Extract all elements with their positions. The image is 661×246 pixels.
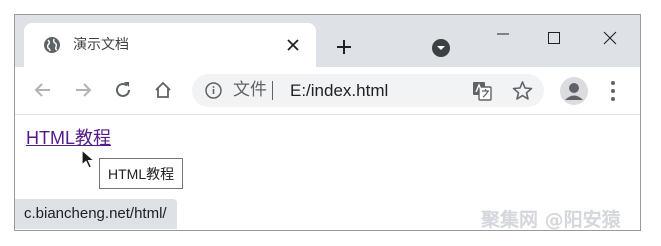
watermark: 聚集网 @阳安猿 <box>481 209 621 231</box>
globe-icon <box>43 36 61 54</box>
address-separator <box>272 81 273 100</box>
info-icon[interactable] <box>205 82 222 99</box>
status-bar-url: c.biancheng.net/html/ <box>15 199 177 229</box>
tab-active[interactable]: 演示文档 <box>24 23 316 67</box>
tab-search-icon[interactable] <box>430 37 452 59</box>
address-url[interactable]: E:/index.html <box>290 80 388 101</box>
address-bar[interactable]: 文件 E:/index.html <box>192 74 544 107</box>
new-tab-icon[interactable] <box>333 36 355 58</box>
menu-dot <box>611 81 615 85</box>
minimize-icon[interactable] <box>480 23 526 53</box>
window-close-icon[interactable] <box>587 23 633 53</box>
menu-dot <box>611 97 615 101</box>
bookmark-star-icon[interactable] <box>512 80 533 101</box>
menu-dot <box>611 89 615 93</box>
location-label: 文件 <box>233 80 267 100</box>
browser-toolbar: 文件 E:/index.html <box>15 67 640 115</box>
maximize-icon[interactable] <box>531 23 577 53</box>
menu-kebab-icon[interactable] <box>605 79 621 103</box>
mouse-pointer-icon <box>81 148 99 171</box>
html-tutorial-link[interactable]: HTML教程 <box>26 127 111 149</box>
tab-title: 演示文档 <box>73 37 129 53</box>
profile-avatar-icon[interactable] <box>560 77 588 105</box>
reload-icon[interactable] <box>110 77 136 103</box>
forward-arrow-icon[interactable] <box>70 77 96 103</box>
home-icon[interactable] <box>150 77 176 103</box>
close-tab-icon[interactable] <box>284 36 302 54</box>
link-tooltip: HTML教程 <box>99 158 184 189</box>
back-arrow-icon[interactable] <box>30 77 56 103</box>
translate-icon[interactable] <box>472 81 492 101</box>
tab-strip: 演示文档 <box>15 15 640 67</box>
browser-window: 演示文档 文件 E:/index.html HTML教程 HTML教程 c.bi… <box>14 14 641 231</box>
